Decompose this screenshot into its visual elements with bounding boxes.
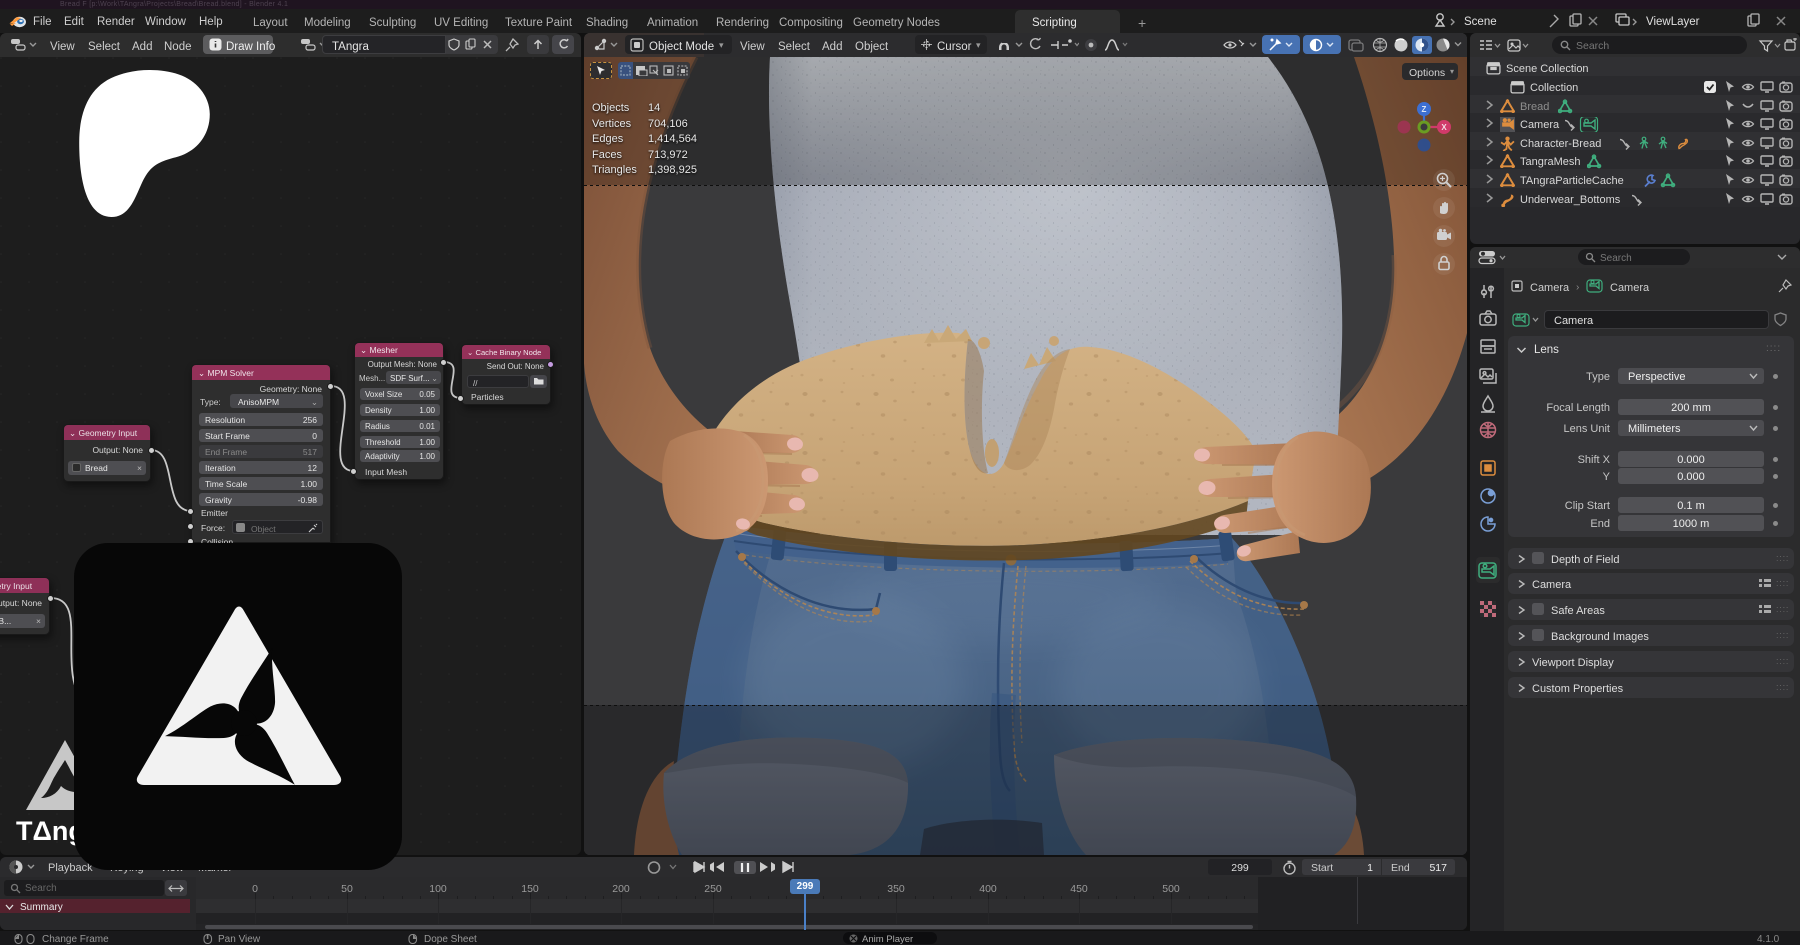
- svg-text:Z: Z: [1422, 105, 1427, 114]
- svg-text:X: X: [1441, 123, 1447, 132]
